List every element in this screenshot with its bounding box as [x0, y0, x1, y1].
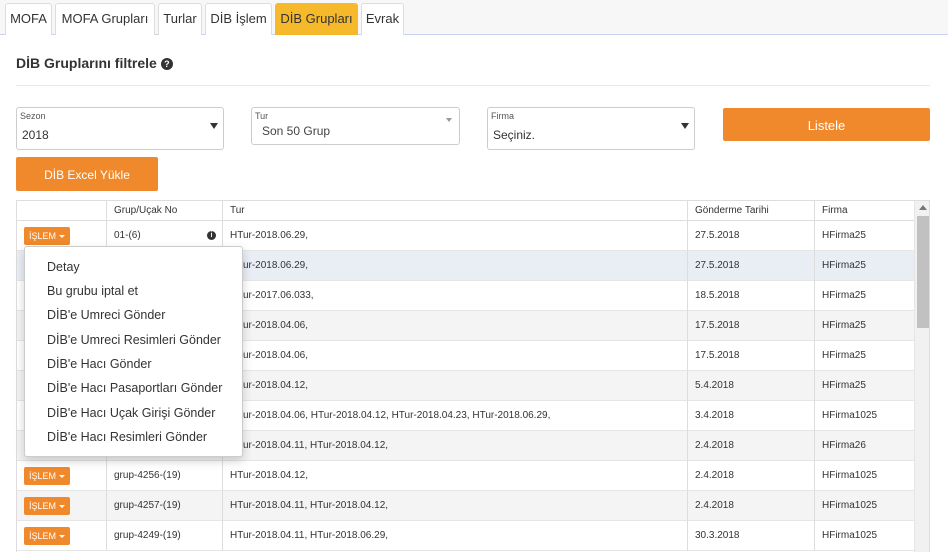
listele-button[interactable]: Listele: [723, 108, 930, 141]
tur-cell: HTur-2018.04.11, HTur-2018.04.12,: [223, 491, 688, 521]
menu-item-haci-pasaport[interactable]: DİB'e Hacı Pasaportları Gönder: [47, 381, 222, 395]
firma-cell: HFirma1025: [822, 410, 878, 421]
table-scrollbar[interactable]: [914, 201, 929, 552]
tab-turlar[interactable]: Turlar: [158, 3, 202, 35]
column-header-grup[interactable]: Grup/Uçak No: [107, 201, 223, 221]
firma-label: Firma: [491, 111, 514, 121]
tarih-cell: 30.3.2018: [688, 521, 815, 551]
tab-mofa-gruplari[interactable]: MOFA Grupları: [55, 3, 155, 35]
menu-item-iptal[interactable]: Bu grubu iptal et: [47, 284, 138, 298]
chevron-down-icon: [681, 123, 689, 129]
firma-cell: HFirma1025: [822, 530, 878, 541]
caret-down-icon: [59, 235, 65, 238]
menu-item-umreci-resimleri[interactable]: DİB'e Umreci Resimleri Gönder: [47, 333, 221, 347]
question-circle-icon[interactable]: ?: [160, 58, 173, 70]
table-row[interactable]: İŞLEM grup-4249-(19) HTur-2018.04.11, HT…: [17, 521, 914, 551]
sezon-select[interactable]: Sezon 2018: [16, 107, 224, 150]
tur-cell: HTur-2018.04.11, HTur-2018.06.29,: [223, 521, 688, 551]
info-icon[interactable]: i: [207, 231, 216, 240]
islem-button[interactable]: İŞLEM: [24, 497, 70, 515]
filter-title-text: DİB Gruplarını filtrele: [16, 55, 157, 71]
tur-cell: HTur-2018.04.06,: [223, 341, 688, 371]
islem-button[interactable]: İŞLEM: [24, 227, 70, 245]
firma-cell: HFirma25: [822, 260, 866, 271]
tur-select[interactable]: Tur Son 50 Grup: [251, 107, 460, 145]
caret-down-icon: [59, 535, 65, 538]
dib-excel-upload-button[interactable]: DİB Excel Yükle: [16, 157, 158, 191]
tur-cell: HTur-2018.04.12,: [223, 461, 688, 491]
caret-down-icon: [59, 475, 65, 478]
tur-value: Son 50 Grup: [262, 124, 331, 138]
menu-item-umreci-gonder[interactable]: DİB'e Umreci Gönder: [47, 308, 165, 322]
tarih-cell: 17.5.2018: [688, 311, 815, 341]
sezon-label: Sezon: [20, 111, 46, 121]
menu-item-haci-ucak-girisi[interactable]: DİB'e Hacı Uçak Girişi Gönder: [47, 406, 215, 420]
tab-bar: MOFA MOFA Grupları Turlar DİB İşlem DİB …: [0, 0, 948, 35]
sezon-value: 2018: [22, 128, 49, 142]
tur-cell: HTur-2018.06.29,: [223, 251, 688, 281]
tarih-cell: 3.4.2018: [688, 401, 815, 431]
caret-down-icon: [59, 505, 65, 508]
menu-item-haci-gonder[interactable]: DİB'e Hacı Gönder: [47, 357, 152, 371]
column-header-tarih[interactable]: Gönderme Tarihi: [688, 201, 815, 221]
tarih-cell: 18.5.2018: [688, 281, 815, 311]
tur-cell: HTur-2018.06.29,: [223, 221, 688, 251]
table-row[interactable]: İŞLEM grup-4256-(19) HTur-2018.04.12, 2.…: [17, 461, 914, 491]
firma-cell: HFirma25: [822, 230, 866, 241]
islem-button[interactable]: İŞLEM: [24, 467, 70, 485]
tur-cell: HTur-2018.04.06,: [223, 311, 688, 341]
tarih-cell: 27.5.2018: [688, 221, 815, 251]
tarih-cell: 2.4.2018: [688, 491, 815, 521]
tarih-cell: 2.4.2018: [688, 431, 815, 461]
chevron-down-icon: [210, 123, 218, 129]
grup-no: grup-4249-(19): [107, 521, 223, 551]
tab-dib-islem[interactable]: DİB İşlem: [205, 3, 272, 35]
chevron-down-icon: [446, 118, 452, 122]
menu-item-haci-resimleri[interactable]: DİB'e Hacı Resimleri Gönder: [47, 430, 207, 444]
tur-cell: HTur-2017.06.033,: [223, 281, 688, 311]
tur-label: Tur: [255, 111, 269, 121]
islem-dropdown-menu: Detay Bu grubu iptal et DİB'e Umreci Gön…: [24, 246, 243, 457]
firma-cell: HFirma25: [822, 380, 866, 391]
column-header-action: [17, 201, 107, 221]
grup-no: grup-4256-(19): [107, 461, 223, 491]
grup-no: 01-(6): [114, 230, 141, 241]
islem-button[interactable]: İŞLEM: [24, 527, 70, 545]
grup-no: grup-4257-(19): [107, 491, 223, 521]
firma-select[interactable]: Firma Seçiniz.: [487, 107, 695, 150]
title-divider: [16, 85, 930, 86]
table-row[interactable]: İŞLEM grup-4257-(19) HTur-2018.04.11, HT…: [17, 491, 914, 521]
firma-cell: HFirma1025: [822, 470, 878, 481]
tarih-cell: 2.4.2018: [688, 461, 815, 491]
tur-cell: HTur-2018.04.11, HTur-2018.04.12,: [223, 431, 688, 461]
scroll-up-arrow-icon[interactable]: [919, 205, 927, 210]
table-header: Grup/Uçak No Tur Gönderme Tarihi Firma: [17, 201, 914, 221]
column-header-firma[interactable]: Firma: [815, 201, 914, 221]
tarih-cell: 27.5.2018: [688, 251, 815, 281]
tab-dib-gruplari[interactable]: DİB Grupları: [275, 3, 358, 35]
firma-cell: HFirma25: [822, 320, 866, 331]
tab-evrak[interactable]: Evrak: [361, 3, 404, 35]
firma-cell: HFirma25: [822, 350, 866, 361]
firma-cell: HFirma25: [822, 290, 866, 301]
scroll-thumb[interactable]: [917, 216, 929, 328]
column-header-tur[interactable]: Tur: [223, 201, 688, 221]
menu-item-detay[interactable]: Detay: [47, 260, 80, 274]
firma-cell: HFirma1025: [822, 500, 878, 511]
tur-cell: HTur-2018.04.12,: [223, 371, 688, 401]
tur-cell: HTur-2018.04.06, HTur-2018.04.12, HTur-2…: [223, 401, 688, 431]
tab-mofa[interactable]: MOFA: [5, 3, 52, 35]
tarih-cell: 5.4.2018: [688, 371, 815, 401]
firma-value: Seçiniz.: [493, 128, 536, 142]
tarih-cell: 17.5.2018: [688, 341, 815, 371]
filter-title: DİB Gruplarını filtrele?: [16, 55, 173, 71]
firma-cell: HFirma26: [822, 440, 866, 451]
